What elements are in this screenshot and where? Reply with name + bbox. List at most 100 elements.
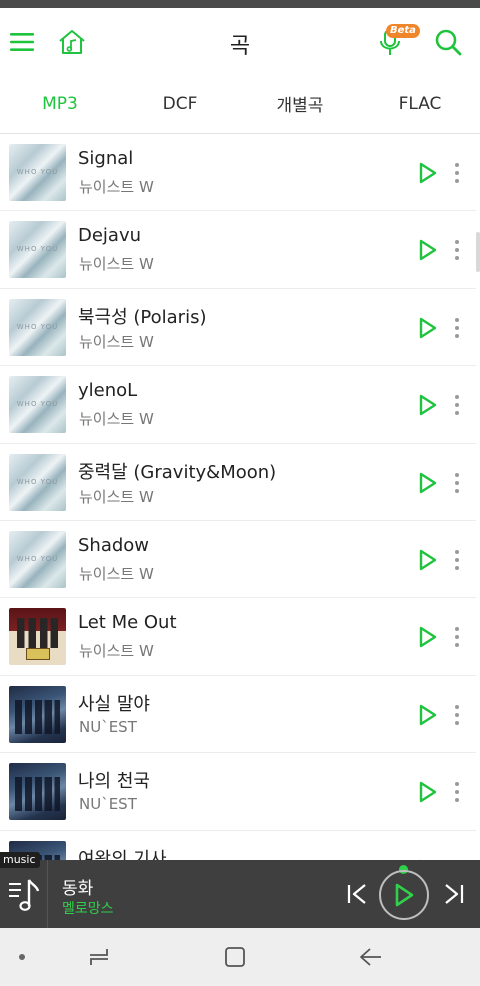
skip-next-icon: [445, 884, 464, 904]
more-vertical-icon: [455, 317, 459, 322]
tab-개별곡[interactable]: 개별곡: [240, 74, 360, 133]
more-vertical-icon: [455, 256, 459, 261]
song-row[interactable]: WHO YOU ylenoL 뉴이스트 W: [0, 366, 476, 444]
song-artist: 뉴이스트 W: [79, 487, 154, 506]
music-badge: music: [0, 852, 40, 868]
song-artist: NU`EST: [79, 795, 137, 814]
song-artist: NU`EST: [79, 717, 137, 736]
play-icon: [419, 240, 437, 261]
album-figures: [15, 699, 60, 734]
song-row[interactable]: 여왕의 기사NU`EST: [0, 831, 476, 860]
album-art: WHO YOU: [9, 144, 66, 201]
tab-dcf[interactable]: DCF: [120, 74, 240, 133]
album-art: WHO YOU: [9, 453, 66, 511]
more-vertical-icon: [455, 411, 459, 416]
home-button[interactable]: [52, 22, 92, 62]
format-tabs: MP3 DCF 개별곡 FLAC: [0, 74, 480, 134]
album-art: WHO YOU: [9, 298, 66, 356]
more-vertical-icon: [455, 782, 459, 787]
play-icon: [419, 317, 437, 338]
more-options-button[interactable]: [448, 469, 466, 497]
play-icon: [419, 162, 437, 184]
song-play-button[interactable]: [414, 159, 442, 187]
player-play-button[interactable]: [379, 870, 429, 920]
more-vertical-icon: [455, 790, 459, 795]
dot-icon: [19, 954, 25, 960]
song-play-button[interactable]: [414, 236, 442, 264]
song-play-button[interactable]: [414, 701, 442, 729]
play-icon: [419, 472, 437, 493]
song-list: WHO YOU Signal 뉴이스트 W WHO YOU Dejavu 뉴이스트 W WH…: [0, 134, 476, 860]
album-logo: WHO YOU: [16, 400, 59, 409]
beta-badge: Beta: [386, 24, 420, 38]
recent-apps-icon: [90, 949, 108, 965]
more-vertical-icon: [455, 712, 459, 717]
now-playing-title: 동화: [62, 879, 94, 899]
play-icon: [419, 627, 437, 648]
more-vertical-icon: [455, 565, 459, 570]
more-options-button[interactable]: [448, 159, 466, 187]
song-title: Let Me Out: [78, 612, 177, 634]
playlist-music-icon: [8, 879, 39, 911]
system-navigation-bar: [0, 928, 480, 986]
song-row[interactable]: Let Me Out 뉴이스트 W: [0, 598, 476, 676]
more-vertical-icon: [455, 179, 459, 183]
album-art: WHO YOU: [9, 530, 66, 588]
mini-player[interactable]: music 동화 멜로망스: [0, 852, 480, 928]
song-row[interactable]: WHO YOU Shadow 뉴이스트 W: [0, 521, 476, 599]
more-options-button[interactable]: [448, 778, 466, 806]
song-artist: 뉴이스트 W: [79, 642, 154, 661]
hamburger-icon: [10, 33, 34, 51]
more-vertical-icon: [455, 549, 459, 554]
song-row[interactable]: 사실 말야 NU`EST: [0, 676, 476, 754]
next-button[interactable]: [440, 878, 468, 910]
playlist-button[interactable]: [0, 860, 48, 928]
search-button[interactable]: [428, 22, 468, 62]
song-title: 중력달 (Gravity&Moon): [78, 461, 277, 483]
more-vertical-icon: [455, 248, 459, 253]
more-options-button[interactable]: [448, 623, 466, 651]
more-options-button[interactable]: [448, 546, 466, 574]
status-bar: [0, 0, 480, 8]
song-title: Signal: [78, 148, 134, 169]
song-row[interactable]: WHO YOU Signal 뉴이스트 W: [0, 134, 476, 212]
tab-mp3[interactable]: MP3: [0, 74, 120, 133]
more-options-button[interactable]: [448, 314, 466, 342]
home-nav-button[interactable]: [220, 942, 250, 972]
page-title: 곡: [229, 34, 251, 59]
more-vertical-icon: [455, 720, 459, 725]
song-play-button[interactable]: [414, 469, 442, 497]
search-icon: [435, 29, 462, 56]
song-artist: 뉴이스트 W: [79, 332, 154, 351]
song-title: 여왕의 기사: [78, 848, 167, 860]
song-row[interactable]: WHO YOU 북극성 (Polaris) 뉴이스트 W: [0, 289, 476, 367]
play-icon: [419, 549, 437, 571]
song-artist: 뉴이스트 W: [79, 255, 154, 274]
song-play-button[interactable]: [414, 314, 442, 342]
more-options-button[interactable]: [448, 236, 466, 264]
nav-indicator[interactable]: [12, 942, 32, 972]
song-play-button[interactable]: [414, 778, 442, 806]
menu-button[interactable]: [2, 22, 42, 62]
home-music-icon: [59, 30, 85, 54]
song-row[interactable]: WHO YOU 중력달 (Gravity&Moon) 뉴이스트 W: [0, 444, 476, 521]
tab-flac[interactable]: FLAC: [360, 74, 480, 133]
album-art: [9, 685, 66, 743]
play-icon: [419, 394, 437, 416]
song-play-button[interactable]: [414, 623, 442, 651]
recent-apps-button[interactable]: [84, 942, 114, 972]
song-row[interactable]: WHO YOU Dejavu 뉴이스트 W: [0, 211, 476, 289]
album-logo: WHO YOU: [16, 168, 59, 176]
more-options-button[interactable]: [448, 701, 466, 729]
more-options-button[interactable]: [448, 391, 466, 419]
voice-search-button[interactable]: Beta: [364, 22, 420, 62]
more-vertical-icon: [455, 480, 459, 485]
song-play-button[interactable]: [414, 546, 442, 574]
back-button[interactable]: [356, 942, 386, 972]
previous-button[interactable]: [342, 878, 372, 910]
song-row[interactable]: 나의 천국 NU`EST: [0, 753, 476, 831]
more-vertical-icon: [455, 704, 459, 709]
now-playing-artist: 멜로망스: [62, 901, 114, 917]
song-play-button[interactable]: [414, 391, 442, 419]
scrollbar[interactable]: [476, 232, 480, 272]
